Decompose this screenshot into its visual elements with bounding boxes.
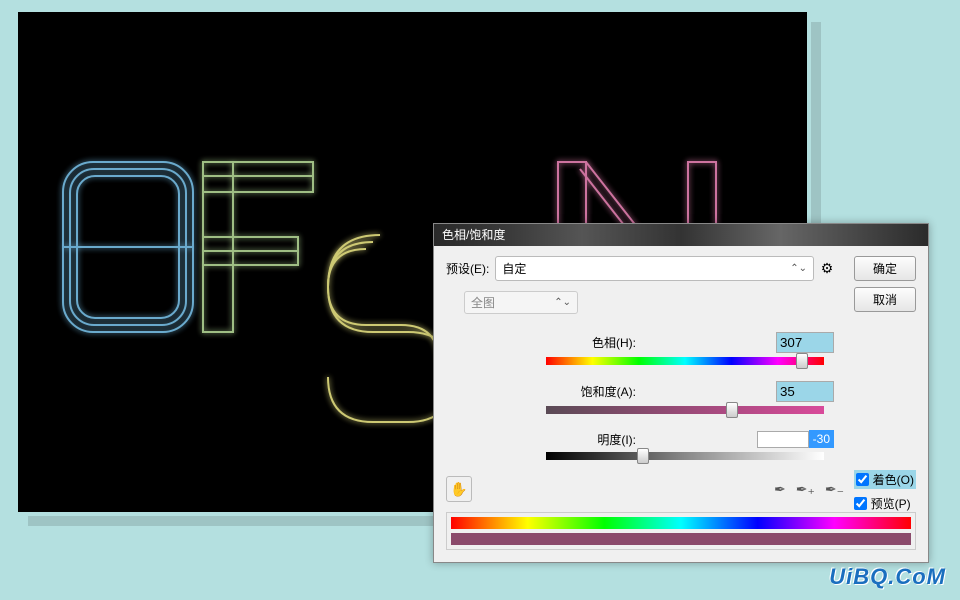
gear-icon[interactable]: ⚙ [820, 260, 834, 277]
cancel-button[interactable]: 取消 [854, 287, 916, 312]
preset-label: 预设(E): [446, 260, 489, 277]
hue-input[interactable] [776, 332, 834, 353]
eyedropper-minus-icon[interactable]: ✒₋ [825, 481, 844, 498]
lightness-slider[interactable] [546, 452, 824, 462]
eyedropper-icon[interactable]: ✒ [774, 481, 786, 498]
hue-label: 色相(H): [516, 334, 656, 351]
watermark: UiBQ.CoM [829, 564, 946, 590]
hand-tool-icon[interactable]: ✋ [446, 476, 472, 502]
preset-select[interactable]: 自定 ⌃⌄ [495, 256, 814, 281]
dialog-title[interactable]: 色相/饱和度 [434, 224, 928, 246]
saturation-slider[interactable] [546, 406, 824, 416]
lightness-input[interactable] [757, 431, 809, 448]
eyedropper-plus-icon[interactable]: ✒₊ [796, 481, 815, 498]
saturation-label: 饱和度(A): [516, 383, 656, 400]
hue-slider[interactable] [546, 357, 824, 367]
chevron-up-down-icon: ⌃⌄ [790, 263, 807, 274]
scope-value: 全图 [471, 294, 495, 311]
scope-select: 全图 ⌃⌄ [464, 291, 578, 314]
preview-checkbox[interactable]: 预览(P) [854, 495, 916, 512]
colorize-checkbox[interactable]: 着色(O) [854, 470, 916, 489]
lightness-label: 明度(I): [516, 431, 656, 448]
saturation-input[interactable] [776, 381, 834, 402]
ok-button[interactable]: 确定 [854, 256, 916, 281]
chevron-up-down-icon: ⌃⌄ [554, 297, 571, 308]
preset-value: 自定 [502, 260, 526, 277]
hue-saturation-dialog: 色相/饱和度 确定 取消 预设(E): 自定 ⌃⌄ ⚙ 全图 ⌃⌄ 色相 [433, 223, 929, 563]
spectrum-preview [446, 512, 916, 550]
